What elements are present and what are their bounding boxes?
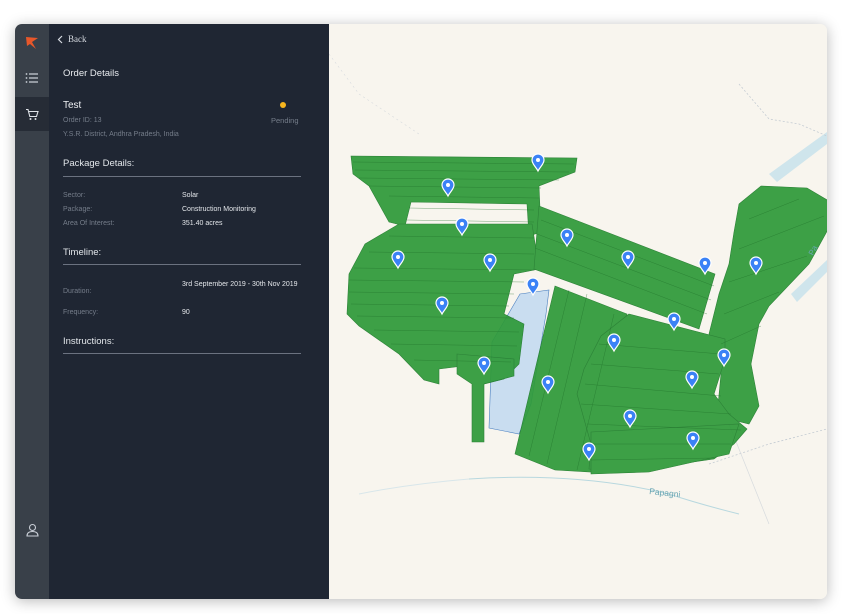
page-title: Order Details (63, 68, 119, 79)
app-window: Back Order Details Test Order ID: 13 Y.S… (15, 24, 827, 599)
sector-label: Sector: (63, 192, 86, 199)
sidebar-item-profile[interactable] (15, 513, 49, 547)
status-indicator-dot (280, 102, 286, 108)
package-value: Construction Monitoring (182, 206, 256, 213)
map-marker-center (587, 447, 591, 451)
back-button[interactable]: Back (57, 34, 87, 44)
divider (63, 176, 301, 177)
timeline-heading: Timeline: (63, 247, 102, 258)
map-marker-center (482, 361, 486, 365)
area-of-interest-label: Area Of Interest: (63, 220, 115, 227)
sector-value: Solar (182, 192, 199, 199)
map-marker-center (628, 414, 632, 418)
logo-icon (26, 37, 38, 49)
divider (63, 264, 301, 265)
order-details-panel: Back Order Details Test Order ID: 13 Y.S… (49, 24, 329, 599)
map-canvas[interactable]: Papagni Pa (329, 24, 827, 599)
instructions-heading: Instructions: (63, 336, 115, 347)
logo[interactable] (15, 26, 49, 60)
back-label: Back (68, 34, 87, 44)
package-details-heading: Package Details: (63, 158, 135, 169)
sidebar-rail (15, 24, 49, 599)
map-marker-center (565, 233, 569, 237)
duration-label: Duration: (63, 288, 92, 295)
user-icon (25, 523, 39, 537)
package-label: Package: (63, 206, 93, 213)
map-marker-center (460, 222, 464, 226)
frequency-label: Frequency: (63, 309, 99, 316)
map-marker-center (396, 255, 400, 259)
duration-value: 3rd September 2019 - 30th Nov 2019 (182, 281, 298, 288)
map-marker-center (546, 380, 550, 384)
frequency-value: 90 (182, 309, 190, 316)
map-marker-center (672, 317, 676, 321)
chevron-left-icon (57, 35, 63, 43)
order-name: Test (63, 100, 82, 111)
map-marker-center (488, 258, 492, 262)
map-marker-center (690, 375, 694, 379)
divider (63, 353, 301, 354)
map-marker-center (754, 261, 758, 265)
order-location: Y.S.R. District, Andhra Pradesh, India (63, 131, 179, 138)
map-marker-center (691, 436, 695, 440)
map-marker-center (612, 338, 616, 342)
sidebar-item-list[interactable] (15, 61, 49, 95)
status-badge: Pending (271, 116, 299, 125)
area-of-interest-value: 351.40 acres (182, 220, 223, 227)
list-icon (25, 73, 38, 83)
cart-icon (26, 108, 39, 120)
map-marker-center (626, 255, 630, 259)
map-marker-center (722, 353, 726, 357)
map-marker-center (446, 183, 450, 187)
map-marker-center (440, 301, 444, 305)
sidebar-item-orders[interactable] (15, 97, 49, 131)
order-id: Order ID: 13 (63, 117, 102, 124)
map-marker-center (536, 158, 540, 162)
map-marker-center (531, 282, 535, 286)
map-marker-center (703, 261, 707, 265)
map-view[interactable]: Papagni Pa (329, 24, 827, 599)
